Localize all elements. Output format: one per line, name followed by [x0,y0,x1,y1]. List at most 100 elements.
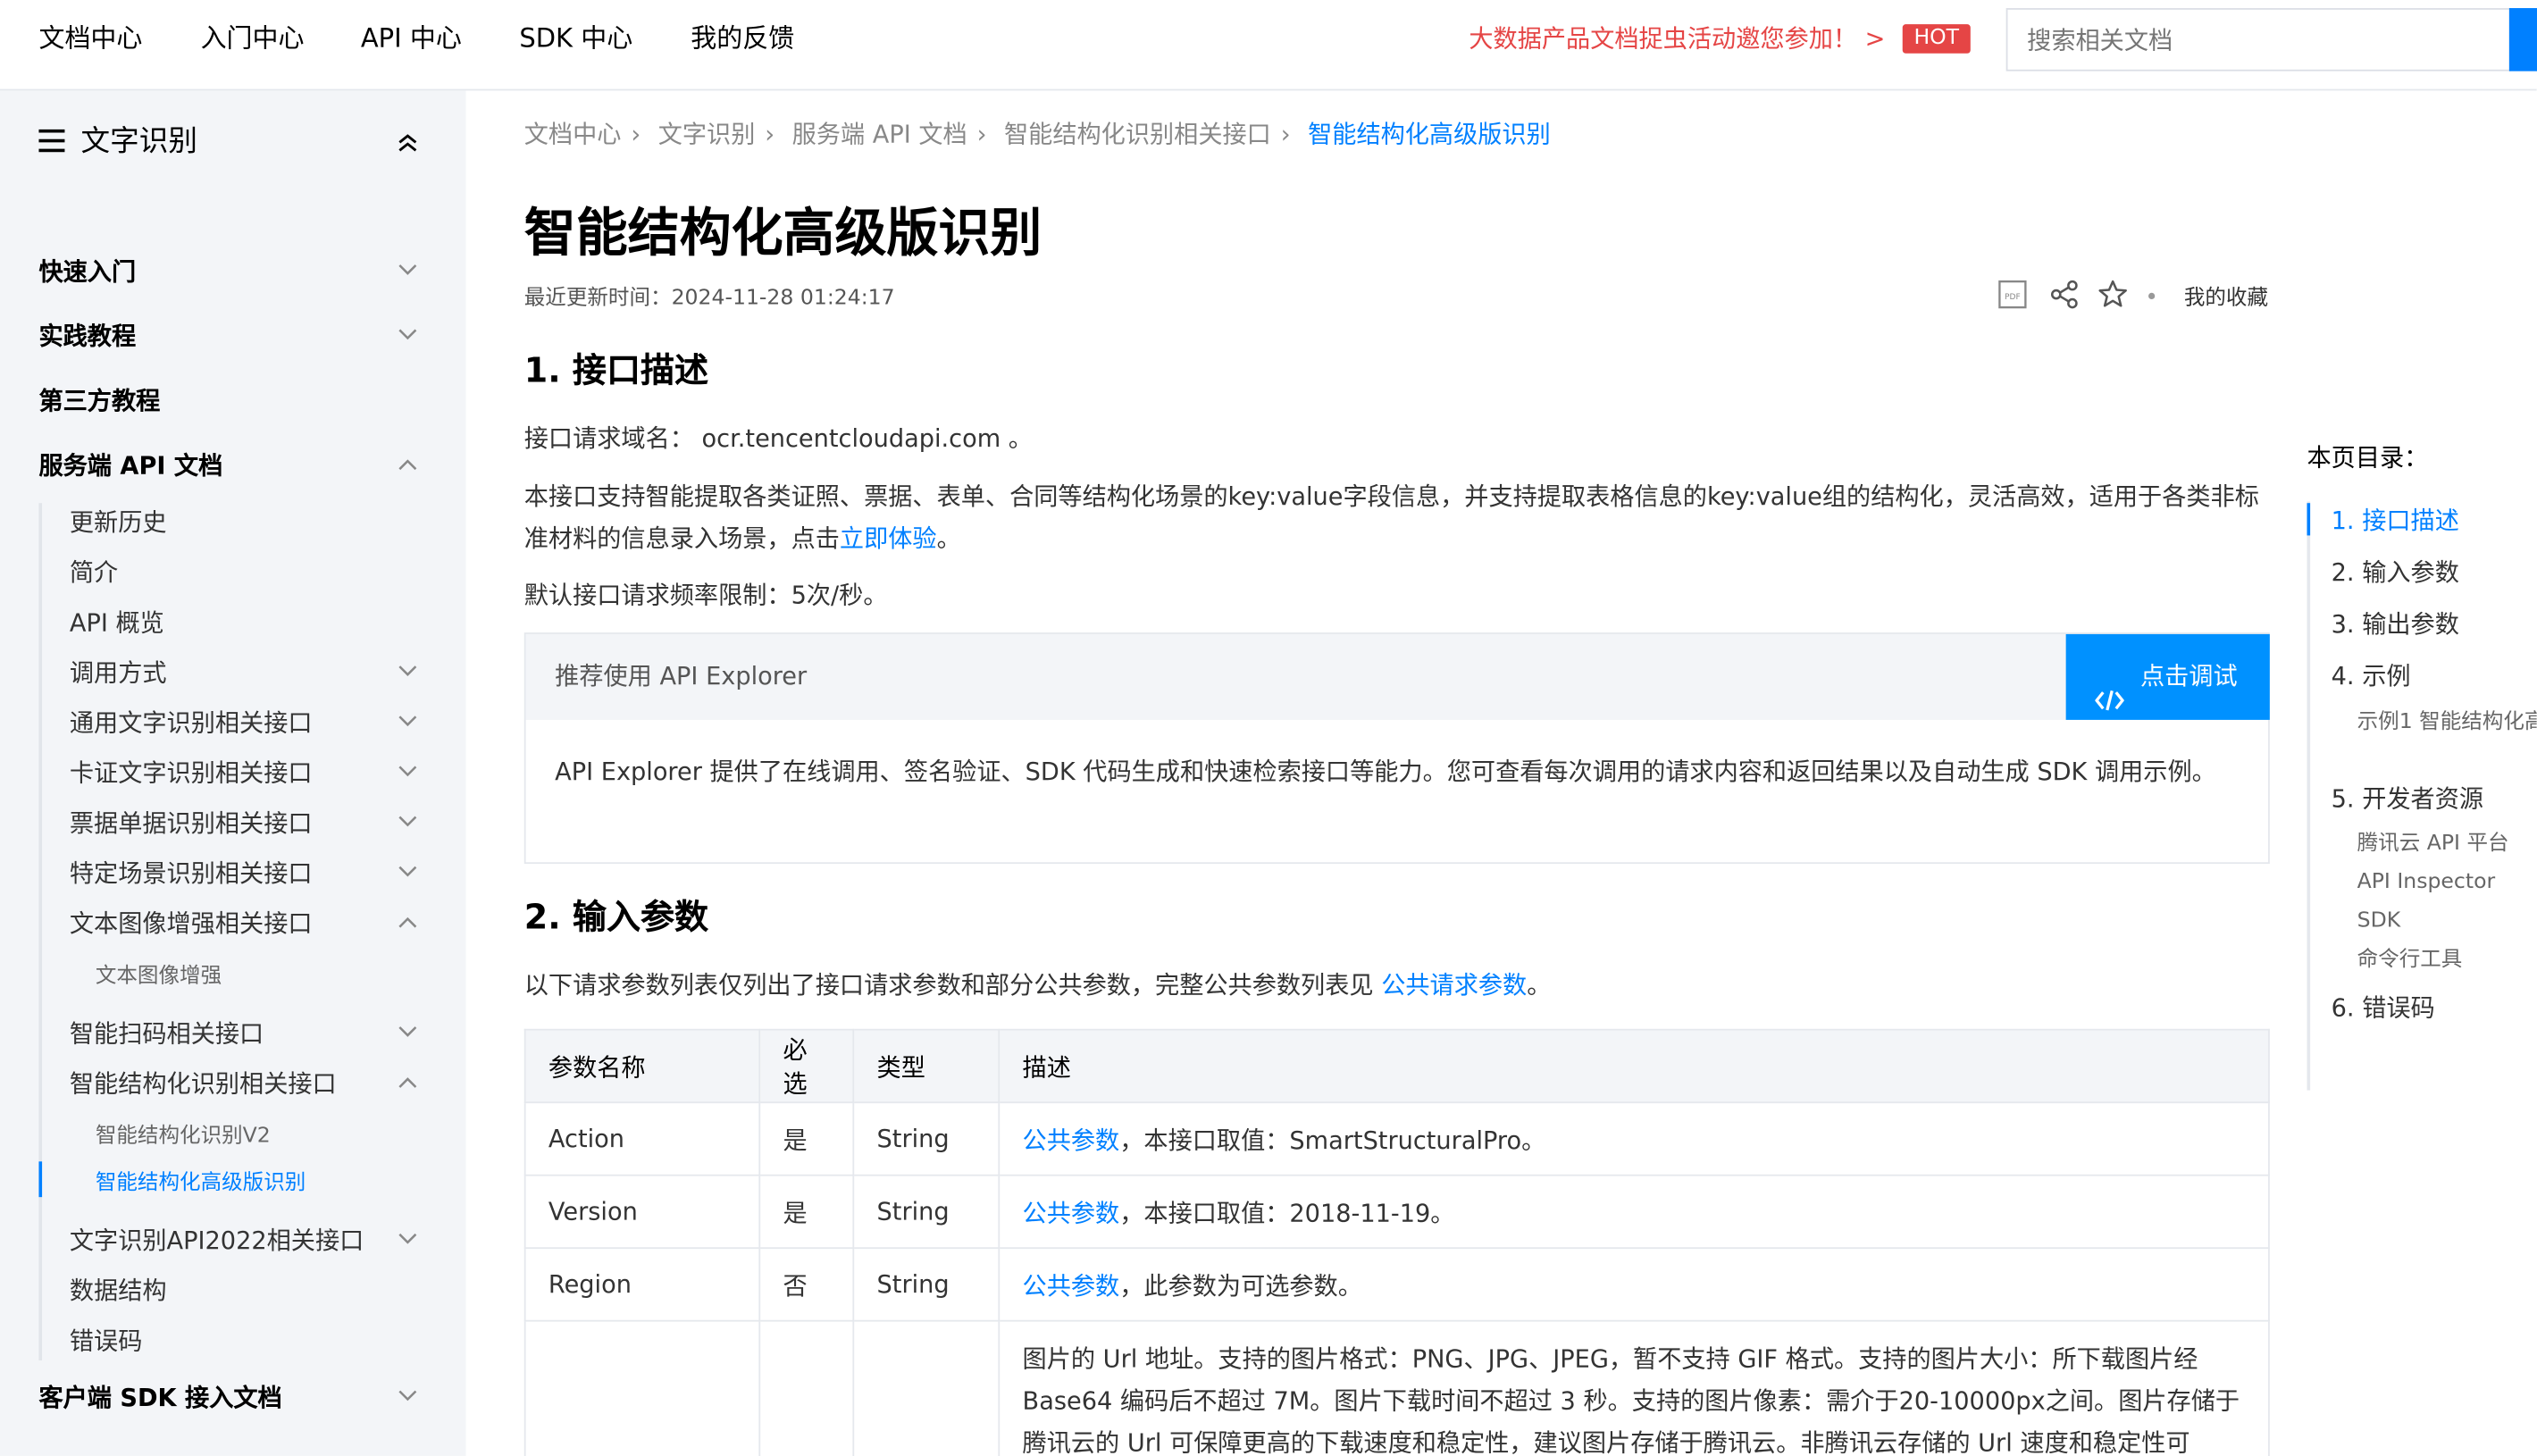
endpoint-line: 接口请求域名： ocr.tencentcloudapi.com 。 [523,423,1033,454]
nav-link-feedback[interactable]: 我的反馈 [691,22,794,54]
table-header-row: 参数名称 必选 类型 描述 [523,1028,2270,1104]
sidebar-item-client-sdk[interactable]: 客户端 SDK 接入文档 [38,1380,281,1416]
sidebar-tree-rail [38,503,43,1361]
column-header: 参数名称 [523,1028,761,1104]
chevron-down-icon[interactable] [398,665,417,681]
sidebar-item-data-structures[interactable]: 数据结构 [70,1273,167,1309]
chevron-down-icon[interactable] [398,264,417,280]
toc-item[interactable]: 6. 错误码 [2332,990,2435,1025]
sidebar-item-smart-structural[interactable]: 智能结构化识别相关接口 [70,1066,337,1101]
sidebar-item-scene-ocr[interactable]: 特定场景识别相关接口 [70,856,313,891]
sidebar-item-bill-ocr[interactable]: 票据单据识别相关接口 [70,806,313,841]
toc-item[interactable]: 5. 开发者资源 [2332,782,2483,817]
nav-link-getting-started[interactable]: 入门中心 [201,22,305,54]
chevron-down-icon[interactable] [398,866,417,882]
common-param-link[interactable]: 公共参数 [1023,1271,1120,1301]
nav-link-sdk-center[interactable]: SDK 中心 [519,22,632,54]
sidebar-item-tutorials[interactable]: 实践教程 [38,319,136,355]
toc-item[interactable]: 3. 输出参数 [2332,607,2459,642]
breadcrumb-item[interactable]: 文档中心 [524,116,622,152]
sidebar-item-general-ocr[interactable]: 通用文字识别相关接口 [70,706,313,741]
sidebar-item-error-codes[interactable]: 错误码 [70,1323,143,1359]
api-explorer-description: API Explorer 提供了在线调用、签名验证、SDK 代码生成和快速检索接… [555,757,2216,787]
column-header: 类型 [852,1028,1001,1104]
try-now-link[interactable]: 立即体验 [840,524,937,554]
sidebar-item-server-api[interactable]: 服务端 API 文档 [38,448,222,484]
debug-button-label: 点击调试 [2139,661,2238,691]
sidebar-item-card-ocr[interactable]: 卡证文字识别相关接口 [70,756,313,791]
common-param-link[interactable]: 公共参数 [1023,1198,1120,1227]
menu-icon[interactable] [38,129,65,153]
param-desc-text: ，本接口取值：2018-11-19。 [1119,1198,1455,1227]
chevron-down-icon[interactable] [398,329,417,345]
breadcrumb-current[interactable]: 智能结构化高级版识别 [1308,116,1551,152]
toc-item[interactable]: 4. 示例 [2332,658,2411,694]
input-intro-text: 以下请求参数列表仅列出了接口请求参数和部分公共参数，完整公共参数列表见 [523,970,1382,1000]
nav-link-docs[interactable]: 文档中心 [38,22,142,54]
breadcrumb-separator-icon: › [631,120,641,149]
param-name: Region [523,1247,761,1322]
breadcrumb-item[interactable]: 服务端 API 文档 [792,116,967,152]
api-explorer-box: 推荐使用 API Explorer 点击调试 API Explorer 提供了在… [523,632,2270,865]
breadcrumb-item[interactable]: 文字识别 [658,116,756,152]
star-icon[interactable] [2097,278,2129,310]
hot-badge: HOT [1902,24,1971,54]
common-params-link[interactable]: 公共请求参数 [1381,971,1527,1000]
chevron-down-icon[interactable] [398,1233,417,1249]
breadcrumb-separator-icon: › [1280,120,1291,149]
sidebar-item-smart-structural-pro[interactable]: 智能结构化高级版识别 [96,1167,306,1202]
param-name: Action [523,1101,761,1176]
table-row: Version 是 String 公共参数，本接口取值：2018-11-19。 [523,1174,2270,1250]
sidebar-item-ocr-2022[interactable]: 文字识别API2022相关接口 [70,1223,364,1259]
code-icon [2094,664,2125,711]
common-param-link[interactable]: 公共参数 [1023,1125,1120,1155]
pdf-icon[interactable]: PDF [1997,278,2029,310]
toc-sub-item[interactable]: SDK [2357,906,2537,938]
chevrons-up-icon[interactable] [398,133,417,152]
input-intro: 以下请求参数列表仅列出了接口请求参数和部分公共参数，完整公共参数列表见 公共请求… [524,964,2268,1006]
sidebar-item-qr-scan[interactable]: 智能扫码相关接口 [70,1016,264,1051]
sidebar-item-image-enhance[interactable]: 文本图像增强相关接口 [70,906,313,941]
chevron-up-icon[interactable] [398,1075,417,1092]
separator-dot [2148,292,2156,300]
chevron-down-icon[interactable] [398,715,417,731]
page-root: 文档中心 入门中心 API 中心 SDK 中心 我的反馈 大数据产品文档捉虫活动… [0,0,2537,1456]
chevron-up-icon[interactable] [398,916,417,932]
promo-link[interactable]: 大数据产品文档捉虫活动邀您参加！ > [1469,22,1885,54]
chevron-down-icon[interactable] [398,1390,417,1406]
toc-item[interactable]: 2. 输入参数 [2332,555,2459,590]
sidebar-item-third-party[interactable]: 第三方教程 [38,383,160,419]
toc-sub-item[interactable]: 示例1 智能结构化高级版识别 [2357,707,2537,739]
chevron-up-icon[interactable] [398,458,417,474]
top-nav: 文档中心 入门中心 API 中心 SDK 中心 我的反馈 大数据产品文档捉虫活动… [0,0,2537,91]
rate-limit: 默认接口请求频率限制：5次/秒。 [523,581,888,610]
sidebar-item-call-method[interactable]: 调用方式 [70,655,167,690]
sidebar-item-intro[interactable]: 简介 [70,555,118,590]
search-button[interactable] [2508,8,2537,71]
sidebar-item-quickstart[interactable]: 快速入门 [38,254,136,289]
table-row: Action 是 String 公共参数，本接口取值：SmartStructur… [523,1101,2270,1176]
debug-button[interactable]: 点击调试 [2065,633,2270,720]
sidebar-item-image-enhance-api[interactable]: 文本图像增强 [96,959,222,995]
toc-sub-item[interactable]: 腾讯云 API 平台 [2357,828,2537,860]
sidebar-item-changelog[interactable]: 更新历史 [70,505,167,540]
page-title: 智能结构化高级版识别 [523,202,1042,264]
sidebar-title: 文字识别 [80,124,197,159]
api-explorer-label: 推荐使用 API Explorer [555,661,808,691]
breadcrumb-separator-icon: › [976,120,987,149]
search-input[interactable] [2005,8,2511,71]
breadcrumb-item[interactable]: 智能结构化识别相关接口 [1004,116,1271,152]
nav-link-api-center[interactable]: API 中心 [361,22,462,54]
toc-sub-item[interactable]: API Inspector [2357,867,2537,900]
section-heading-interface: 1. 接口描述 [523,350,709,390]
toc-item[interactable]: 1. 接口描述 [2332,503,2459,539]
my-favorites-link[interactable]: 我的收藏 [2184,280,2268,311]
sidebar-item-smart-structural-v2[interactable]: 智能结构化识别V2 [96,1119,271,1155]
sidebar-item-api-overview[interactable]: API 概览 [70,605,164,640]
sidebar-header[interactable]: 文字识别 [38,123,427,162]
toc-sub-item[interactable]: 命令行工具 [2357,945,2537,977]
chevron-down-icon[interactable] [398,816,417,832]
share-icon[interactable] [2048,278,2081,310]
chevron-down-icon[interactable] [398,1025,417,1042]
chevron-down-icon[interactable] [398,766,417,782]
